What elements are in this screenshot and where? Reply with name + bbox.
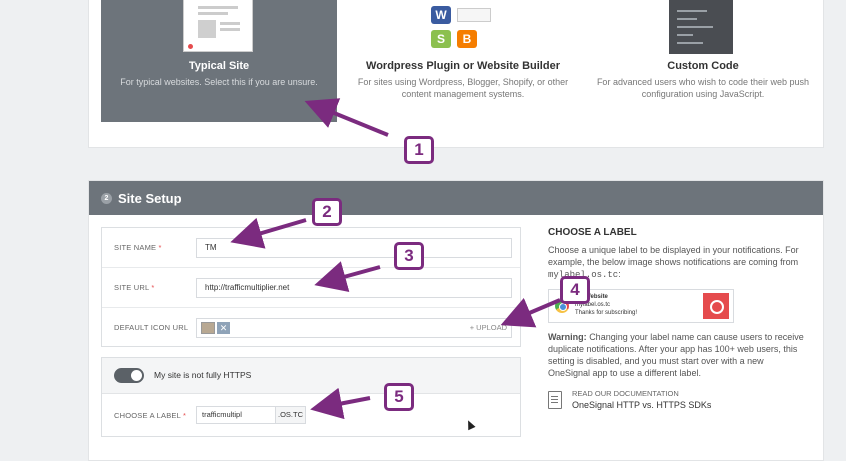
callout-5: 5	[384, 383, 414, 411]
callout-3: 3	[394, 242, 424, 270]
callout-arrow-2	[230, 217, 307, 249]
callout-arrow-5	[310, 387, 371, 420]
annotation-arrows	[230, 98, 561, 420]
callout-2: 2	[312, 198, 342, 226]
callout-arrow-3	[314, 261, 381, 293]
callout-1: 1	[404, 136, 434, 164]
callout-4: 4	[560, 276, 590, 304]
callout-arrow-1	[304, 98, 389, 137]
callout-arrow-4	[500, 297, 561, 328]
